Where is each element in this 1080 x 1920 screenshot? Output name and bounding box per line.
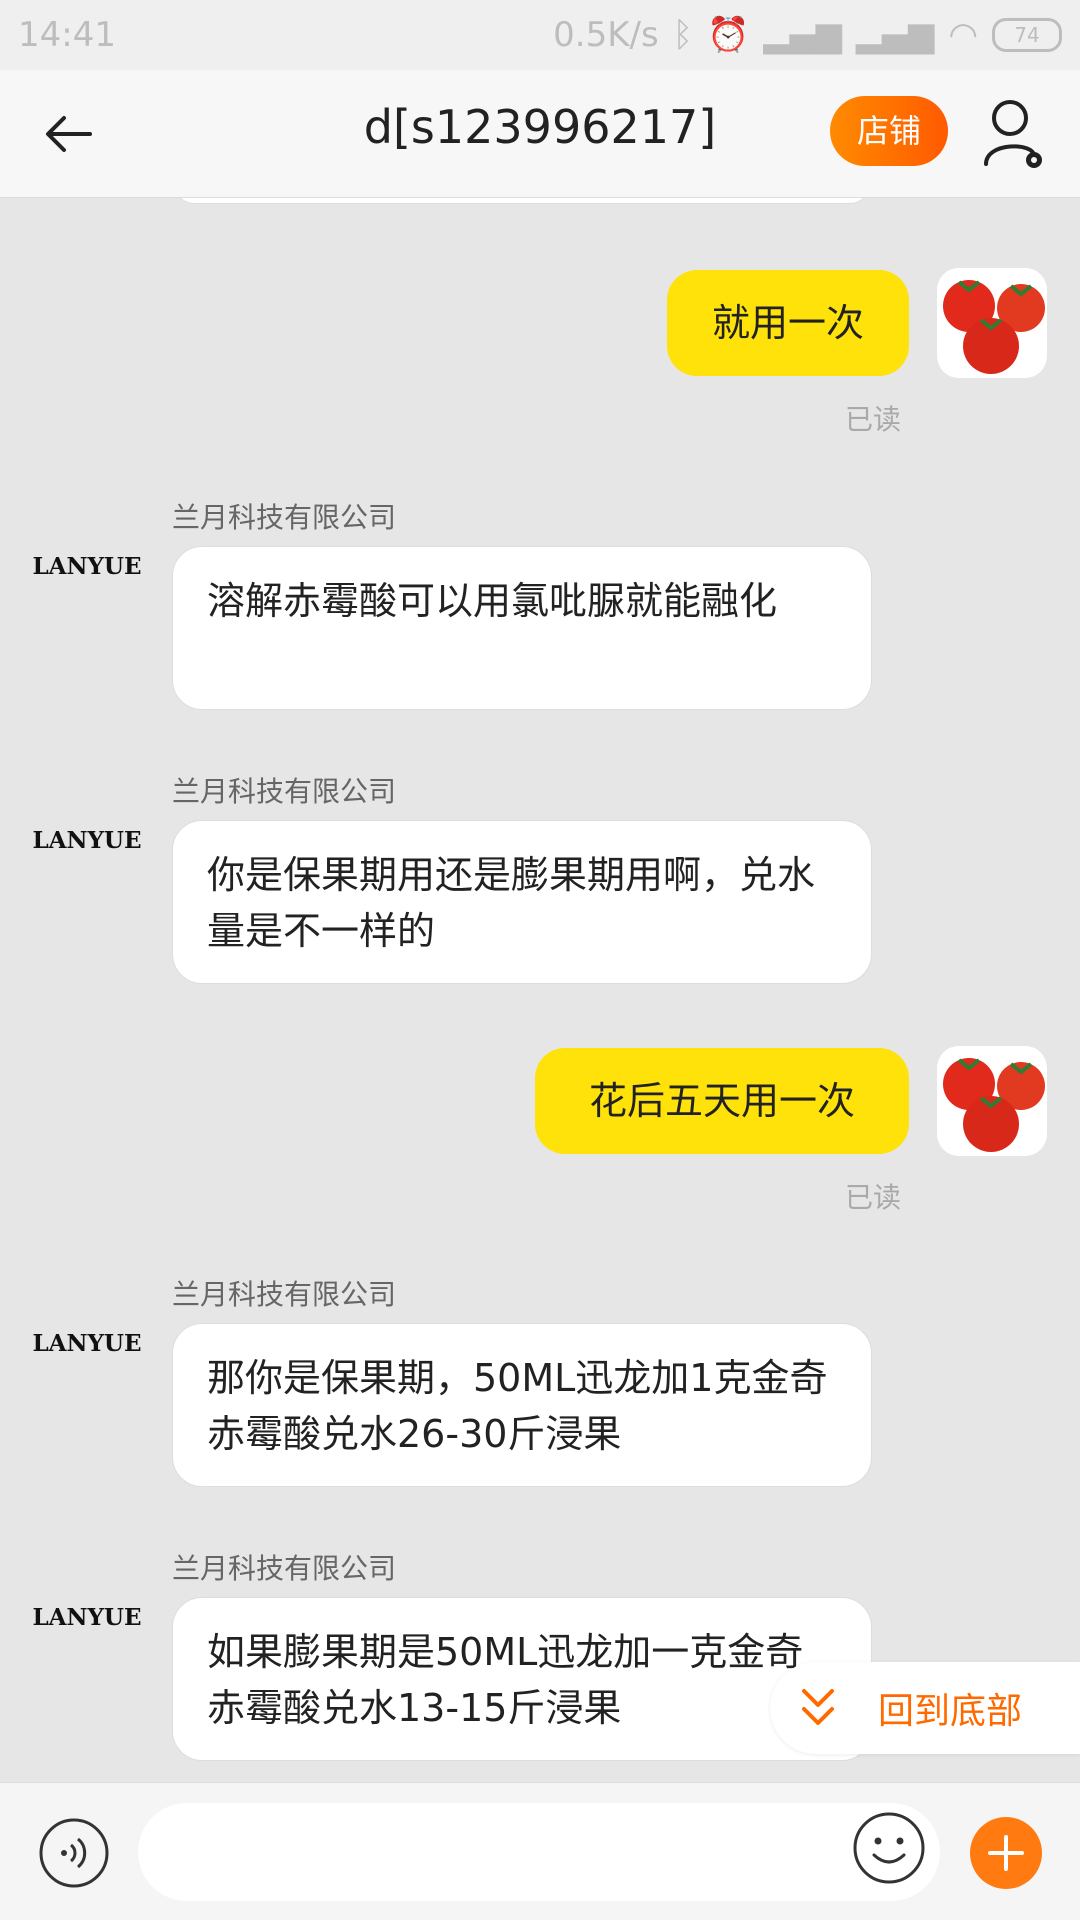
read-status: 已读 (845, 403, 902, 436)
company-avatar[interactable]: LANYUE (32, 536, 142, 596)
their-message-bubble[interactable]: 溶解赤霉酸可以用氯吡脲就能融化 (172, 546, 872, 710)
message-bubble-partial (172, 198, 872, 204)
my-avatar[interactable] (937, 1046, 1047, 1156)
sender-name: 兰月科技有限公司 (172, 1278, 397, 1311)
battery-icon: 74 (992, 18, 1062, 52)
status-time: 14:41 (18, 15, 116, 55)
my-message-bubble[interactable]: 花后五天用一次 (535, 1048, 909, 1154)
shop-button[interactable]: 店铺 (830, 96, 948, 166)
signal-icon-2: ▂▄▆ (855, 15, 935, 55)
emoji-icon[interactable] (852, 1811, 926, 1885)
read-status: 已读 (845, 1181, 902, 1214)
bluetooth-icon: ᛒ (672, 15, 694, 55)
user-settings-icon[interactable] (982, 94, 1052, 174)
tomato-avatar-icon (943, 280, 1045, 374)
my-avatar[interactable] (937, 268, 1047, 378)
double-chevron-down-icon (802, 1689, 834, 1725)
plus-icon (988, 1835, 1024, 1871)
more-actions-button[interactable] (970, 1817, 1042, 1889)
input-bar (0, 1782, 1080, 1920)
sender-name: 兰月科技有限公司 (172, 501, 397, 534)
signal-icon: ▂▄▆ (763, 15, 842, 55)
alarm-icon: ⏰ (707, 15, 750, 55)
jump-to-bottom-label: 回到底部 (878, 1691, 1023, 1732)
my-message-bubble[interactable]: 就用一次 (667, 270, 909, 376)
status-icons: 0.5K/s ᛒ ⏰ ▂▄▆ ▂▄▆ ◠ 74 (553, 15, 1062, 55)
message-list[interactable]: 就用一次 已读 兰月科技有限公司 LANYUE 溶解赤霉酸可以用氯吡脲就能融化 … (0, 198, 1080, 1781)
wifi-icon: ◠ (948, 15, 978, 55)
their-message-bubble[interactable]: 如果膨果期是50ML迅龙加一克金奇赤霉酸兑水13-15斤浸果 (172, 1597, 872, 1761)
sender-name: 兰月科技有限公司 (172, 1552, 397, 1585)
voice-input-icon[interactable] (38, 1817, 110, 1889)
network-speed: 0.5K/s (553, 15, 659, 55)
status-bar: 14:41 0.5K/s ᛒ ⏰ ▂▄▆ ▂▄▆ ◠ 74 (0, 0, 1080, 70)
their-message-bubble[interactable]: 你是保果期用还是膨果期用啊，兑水量是不一样的 (172, 820, 872, 984)
company-avatar[interactable]: LANYUE (32, 1313, 142, 1373)
message-input[interactable] (138, 1803, 940, 1901)
company-avatar[interactable]: LANYUE (32, 1587, 142, 1647)
chat-header: d[s123996217] 店铺 (0, 70, 1080, 198)
tomato-avatar-icon (943, 1058, 1045, 1152)
jump-to-bottom-button[interactable]: 回到底部 (770, 1662, 1080, 1754)
their-message-bubble[interactable]: 那你是保果期，50ML迅龙加1克金奇赤霉酸兑水26-30斤浸果 (172, 1323, 872, 1487)
sender-name: 兰月科技有限公司 (172, 775, 397, 808)
company-avatar[interactable]: LANYUE (32, 810, 142, 870)
